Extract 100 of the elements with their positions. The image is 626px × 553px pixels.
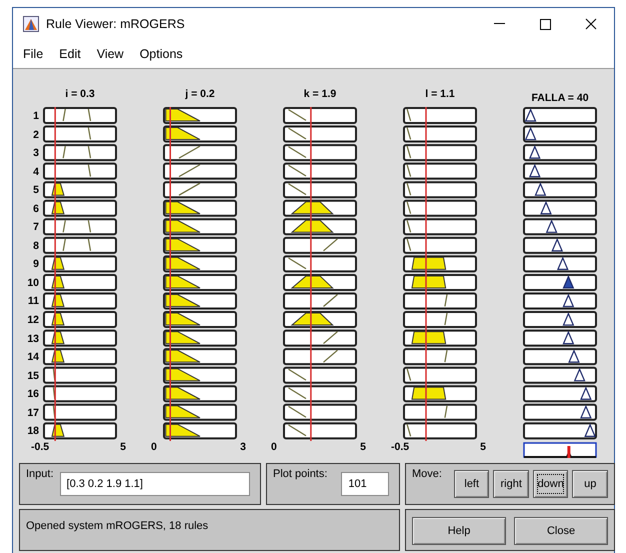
rule-number: 9 (32, 257, 40, 272)
membership-line (406, 220, 412, 232)
membership-area (165, 238, 200, 252)
output-triangle (584, 423, 596, 437)
membership-area (165, 368, 200, 382)
output-triangle (562, 312, 574, 326)
membership-line (88, 220, 92, 232)
membership-area (51, 350, 65, 363)
move-label: Move: (412, 468, 442, 480)
membership-line (444, 294, 448, 307)
membership-area (51, 201, 65, 214)
minimize-icon (494, 23, 504, 25)
input-field[interactable]: [0.3 0.2 1.9 1.1] (60, 472, 250, 496)
membership-area (290, 201, 334, 214)
axis-tick-label: 5 (480, 441, 486, 453)
status-message: Opened system mROGERS, 18 rules (26, 520, 208, 532)
rule-number: 15 (26, 368, 40, 384)
output-triangle (528, 164, 541, 178)
menu-item[interactable]: Edit (59, 47, 81, 61)
membership-area (165, 312, 200, 326)
output-triangle (562, 330, 574, 344)
membership-area (165, 256, 200, 270)
rule-number: 10 (26, 276, 40, 291)
membership-line (288, 406, 306, 418)
membership-line (52, 368, 56, 381)
membership-line (288, 164, 306, 177)
membership-line (62, 146, 66, 158)
move-button[interactable]: right (493, 470, 529, 498)
membership-area (51, 331, 65, 344)
plot-points-label: Plot points: (273, 468, 328, 480)
membership-area (290, 220, 334, 233)
variable-label: j = 0.2 (184, 87, 216, 102)
membership-line (288, 109, 306, 121)
membership-area (51, 256, 65, 270)
membership-area (165, 331, 200, 344)
membership-line (406, 183, 412, 196)
maximize-icon (540, 18, 550, 30)
membership-area (51, 294, 65, 307)
membership-line (62, 238, 66, 251)
membership-line (52, 387, 56, 400)
membership-line (323, 294, 338, 307)
membership-line (406, 146, 412, 158)
output-triangle (568, 349, 580, 363)
membership-line (406, 164, 412, 177)
menu-item[interactable]: File (23, 47, 44, 61)
membership-line (88, 108, 92, 122)
membership-line (323, 238, 338, 252)
membership-line (88, 238, 92, 251)
membership-area (290, 275, 334, 288)
membership-line (88, 127, 92, 140)
membership-line (323, 331, 338, 344)
membership-area (51, 275, 65, 288)
variable-label: FALLA = 40 (530, 91, 590, 106)
move-button[interactable]: down (532, 470, 568, 498)
membership-area (165, 405, 200, 418)
axis-tick-label: 0 (151, 441, 157, 453)
membership-line (88, 164, 92, 177)
membership-area (165, 424, 200, 437)
output-triangle (580, 404, 592, 418)
dialog-button[interactable]: Help (412, 517, 506, 545)
membership-area (165, 275, 200, 288)
rule-number: 13 (26, 332, 40, 347)
membership-line (406, 368, 412, 381)
membership-line (406, 108, 412, 122)
membership-line (178, 146, 200, 159)
membership-line (288, 257, 306, 270)
menu-item[interactable]: Options (140, 47, 183, 61)
output-triangle (562, 294, 574, 308)
output-triangle (534, 182, 546, 196)
rule-number: 16 (26, 387, 40, 402)
membership-line (406, 127, 412, 140)
rule-number: 1 (32, 109, 40, 124)
rule-number: 17 (26, 406, 40, 421)
menu-item[interactable]: View (96, 47, 124, 61)
membership-line (406, 202, 412, 214)
membership-area (165, 220, 200, 233)
membership-area (290, 312, 334, 326)
rule-number: 14 (26, 350, 40, 366)
membership-line (406, 238, 412, 252)
variable-label: k = 1.9 (302, 87, 338, 102)
membership-line (288, 183, 306, 196)
membership-area (411, 256, 446, 270)
rule-number: 7 (32, 220, 40, 236)
dialog-button[interactable]: Close (514, 517, 608, 545)
membership-area (165, 127, 200, 140)
rule-number: 18 (26, 424, 40, 440)
move-button[interactable]: left (454, 470, 490, 498)
membership-line (52, 406, 56, 418)
move-button[interactable]: up (572, 470, 608, 498)
rule-number: 12 (26, 313, 40, 328)
membership-area (165, 201, 200, 214)
membership-area (51, 182, 65, 196)
membership-area (165, 294, 200, 307)
axis-tick-label: -0.5 (391, 441, 410, 453)
output-triangle (580, 386, 592, 400)
membership-line (288, 128, 306, 140)
plot-points-field[interactable]: 101 (341, 472, 390, 496)
input-label: Input: (26, 468, 54, 480)
membership-line (406, 424, 412, 437)
membership-line (444, 350, 448, 362)
